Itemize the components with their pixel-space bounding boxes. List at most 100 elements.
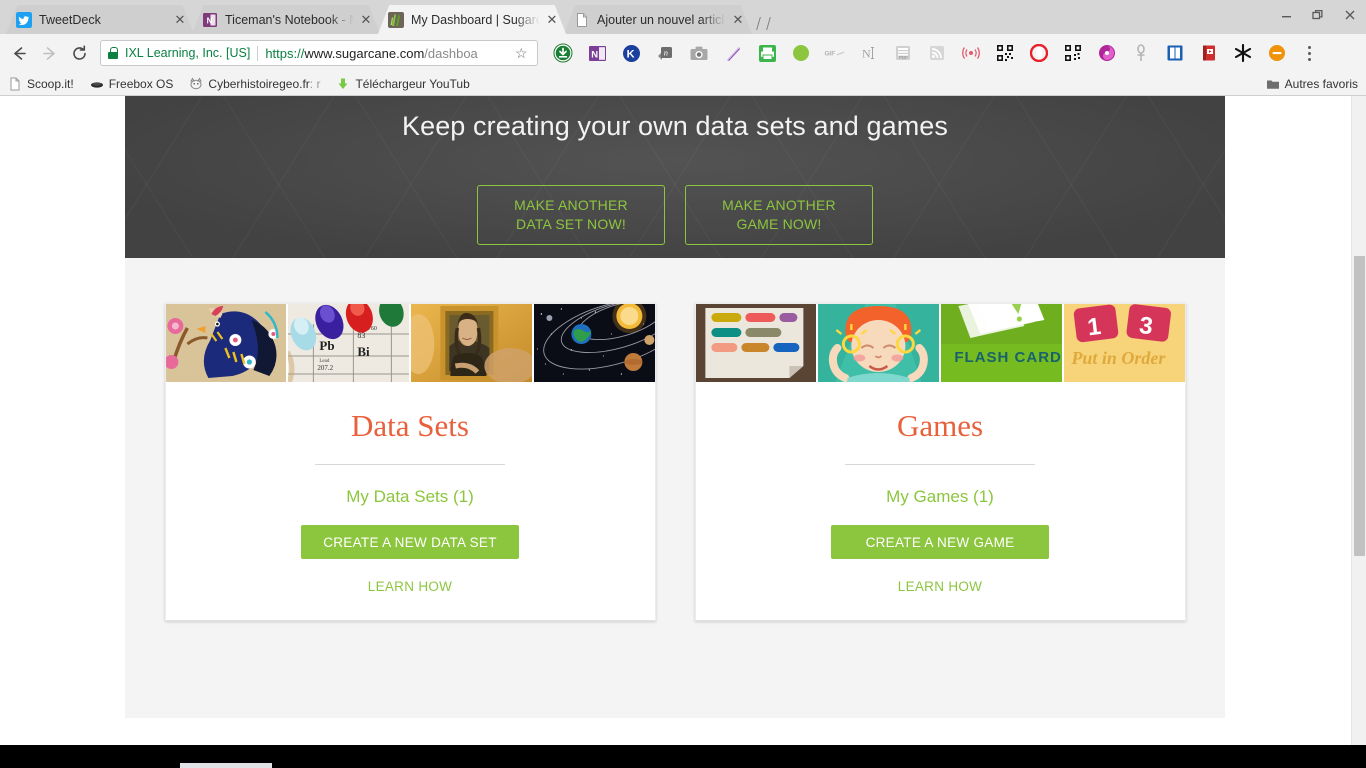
periodic-table-chemistry-thumbnail[interactable]: Pb 82 83 Bi Sb Lead 207.2 121.760 (288, 304, 409, 382)
create-a-new-game-button[interactable]: CREATE A NEW GAME (831, 525, 1049, 559)
os-taskbar (0, 745, 1366, 768)
games-learn-how-link[interactable]: LEARN HOW (696, 579, 1185, 594)
bookmark-telechargeur-youtube[interactable]: Téléchargeur YouTub (336, 77, 470, 91)
sugarcane-icon (388, 11, 404, 28)
printfriendly-icon[interactable] (756, 42, 778, 64)
tab-strip: TweetDeck ✕ N Ticeman's Notebook - M ✕ M… (0, 0, 1366, 34)
tab-title: TweetDeck (39, 12, 101, 27)
data-sets-thumbnail-strip: Pb 82 83 Bi Sb Lead 207.2 121.760 (165, 304, 655, 382)
green-dot-icon[interactable] (790, 42, 812, 64)
create-a-new-data-set-button[interactable]: CREATE A NEW DATA SET (301, 525, 519, 559)
back-button[interactable] (4, 38, 34, 68)
page-scrollbar[interactable] (1351, 96, 1366, 747)
put-in-order-thumbnail[interactable]: 1 3 Put in Order (1063, 304, 1185, 382)
games-thumbnail-strip: FLASH CARDS 1 3 Put in Order (695, 304, 1185, 382)
red-book-icon[interactable] (1198, 42, 1220, 64)
bookmark-label: Freebox OS (108, 76, 174, 91)
reload-button[interactable] (64, 38, 94, 68)
qr-code-2-icon[interactable] (1062, 42, 1084, 64)
download-arrow-icon[interactable] (552, 42, 574, 64)
games-card: FLASH CARDS 1 3 Put in Order Games My Ga… (694, 303, 1186, 621)
make-another-game-button[interactable]: MAKE ANOTHER GAME NOW! (685, 185, 873, 245)
bookmark-star-icon[interactable]: ☆ (515, 46, 531, 60)
page-icon (574, 12, 590, 28)
bookmark-freebox-os[interactable]: Freebox OS (90, 76, 174, 91)
ankh-icon[interactable] (1130, 42, 1152, 64)
my-data-sets-link[interactable]: My Data Sets (1) (166, 487, 655, 507)
evernote-clipper-icon[interactable]: n (654, 42, 676, 64)
screenshot-camera-icon[interactable] (688, 42, 710, 64)
svg-text:PDF: PDF (899, 55, 908, 60)
browser-tab-tweetdeck[interactable]: TweetDeck ✕ (6, 5, 194, 34)
tab-close-button[interactable]: ✕ (358, 12, 374, 28)
rss-feed-icon[interactable] (926, 42, 948, 64)
my-games-link[interactable]: My Games (1) (696, 487, 1185, 507)
site-identity-label: IXL Learning, Inc. [US] (125, 46, 251, 60)
other-bookmarks-folder[interactable]: Autres favoris (1266, 77, 1358, 91)
tab-title: Ajouter un nouvel articl (597, 12, 725, 27)
window-controls (1270, 0, 1366, 30)
games-card-title: Games (896, 408, 984, 443)
svg-text:Bi: Bi (358, 344, 371, 359)
opera-o-icon[interactable] (1028, 42, 1050, 64)
bookmark-scoopit[interactable]: Scoop.it! (8, 77, 74, 91)
taskbar-active-window-indicator[interactable] (180, 763, 272, 768)
tab-close-button[interactable]: ✕ (172, 12, 188, 28)
black-star-icon[interactable] (1232, 42, 1254, 64)
forward-button[interactable] (34, 38, 64, 68)
svg-text:Pb: Pb (320, 338, 335, 353)
url-text[interactable]: https://www.sugarcane.com/dashboa (265, 46, 511, 61)
data-sets-card-title: Data Sets (351, 408, 469, 443)
make-another-data-set-button[interactable]: MAKE ANOTHER DATA SET NOW! (477, 185, 665, 245)
hero-title: Keep creating your own data sets and gam… (401, 111, 949, 141)
ebook-blue-icon[interactable] (1164, 42, 1186, 64)
scrollbar-thumb[interactable] (1354, 256, 1365, 556)
svg-text:Put in Order: Put in Order (1070, 348, 1166, 368)
wifi-signal-icon[interactable] (960, 42, 982, 64)
bookmarks-bar: Scoop.it! Freebox OS Cyberhistoiregeo.fr… (0, 72, 1366, 96)
matching-tiles-thumbnail[interactable] (695, 304, 817, 382)
chrome-menu-icon[interactable] (1298, 41, 1320, 65)
svg-text:N: N (862, 47, 871, 61)
minimize-button[interactable] (1270, 0, 1302, 30)
svg-text:n: n (663, 47, 667, 57)
tab-close-button[interactable]: ✕ (544, 12, 560, 28)
mona-lisa-painting-thumbnail[interactable] (411, 304, 532, 382)
close-button[interactable] (1334, 0, 1366, 30)
green-download-icon (336, 77, 350, 91)
svg-text:207.2: 207.2 (318, 364, 334, 372)
photo-swirl-icon[interactable] (1096, 42, 1118, 64)
gif-icon[interactable]: GIF (824, 42, 846, 64)
orange-minus-icon[interactable] (1266, 42, 1288, 64)
card-divider (845, 464, 1035, 465)
browser-tab-my-dashboard[interactable]: My Dashboard | Sugarc ✕ (378, 5, 566, 34)
new-tab-button[interactable] (756, 12, 782, 34)
address-bar[interactable]: IXL Learning, Inc. [US] https://www.suga… (100, 40, 538, 66)
maximize-button[interactable] (1302, 0, 1334, 30)
freebox-icon (90, 77, 104, 91)
tab-title: My Dashboard | Sugarc (411, 12, 540, 27)
dashboard-cards: Pb 82 83 Bi Sb Lead 207.2 121.760 (125, 258, 1225, 621)
kaspersky-icon[interactable]: K (620, 42, 642, 64)
tab-close-button[interactable]: ✕ (730, 12, 746, 28)
folk-art-rooster-thumbnail[interactable] (165, 304, 287, 382)
svg-text:N: N (207, 16, 213, 25)
data-sets-learn-how-link[interactable]: LEARN HOW (166, 579, 655, 594)
bookmark-label: Scoop.it! (27, 76, 74, 91)
svg-text:GIF: GIF (824, 51, 835, 58)
bookmark-cyberhistoiregeo[interactable]: Cyberhistoiregeo.fr : r (189, 77, 320, 91)
memory-girl-thumbnail[interactable] (818, 304, 939, 382)
onenote-icon[interactable]: N (586, 42, 608, 64)
qr-code-icon[interactable] (994, 42, 1016, 64)
button-line-1: MAKE ANOTHER (514, 197, 628, 213)
twitter-icon (16, 11, 32, 28)
bookmark-label: Cyberhistoiregeo.fr (208, 76, 310, 91)
other-bookmarks-label: Autres favoris (1284, 76, 1358, 91)
solar-system-space-thumbnail[interactable] (533, 304, 655, 382)
browser-tab-onenote[interactable]: N Ticeman's Notebook - M ✕ (192, 5, 380, 34)
pocket-reader-icon[interactable]: PDF (892, 42, 914, 64)
notes-n-icon[interactable]: N (858, 42, 880, 64)
purple-quill-icon[interactable] (722, 42, 744, 64)
flash-cards-thumbnail[interactable]: FLASH CARDS (941, 304, 1062, 382)
browser-tab-ajouter-article[interactable]: Ajouter un nouvel articl ✕ (564, 5, 752, 34)
